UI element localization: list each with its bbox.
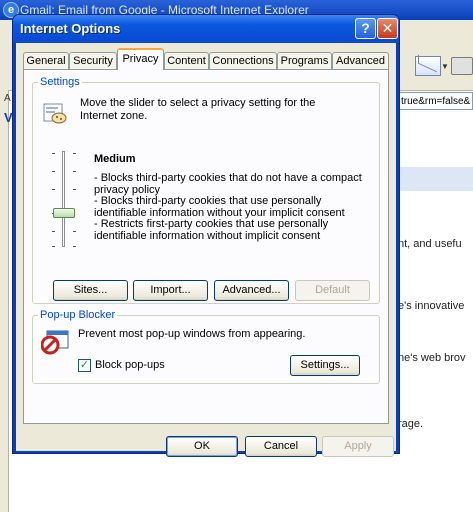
page-text-line: nt, and usefu [398, 238, 462, 250]
browser-left-edge [0, 90, 9, 512]
close-button[interactable]: ✕ [377, 18, 398, 39]
popup-blocker-group: Pop-up Blocker Prevent most pop-up windo… [32, 309, 380, 384]
popup-blocker-description: Prevent most pop-up windows from appeari… [78, 328, 306, 340]
advanced-button[interactable]: Advanced... [214, 280, 289, 301]
slider-tick [73, 246, 76, 247]
privacy-level-line: - Restricts first-party cookies that use… [94, 218, 329, 242]
help-button[interactable]: ? [355, 18, 376, 39]
tab-advanced[interactable]: Advanced [332, 52, 389, 69]
slider-tick [73, 171, 76, 172]
ok-button[interactable]: OK [166, 436, 238, 457]
slider-tick [52, 153, 55, 154]
tab-programs[interactable]: Programs [277, 52, 332, 69]
slider-tick [73, 189, 76, 190]
privacy-tab-panel: Settings Move the slider to select a pri… [23, 69, 389, 424]
import-button[interactable]: Import... [133, 280, 208, 301]
tab-general[interactable]: General [23, 52, 69, 69]
popup-blocker-icon [41, 330, 69, 355]
privacy-slider-track[interactable] [62, 151, 65, 247]
dialog-title: Internet Options [20, 21, 121, 36]
page-header-band [398, 167, 473, 191]
slider-tick [52, 171, 55, 172]
popup-settings-button[interactable]: Settings... [290, 355, 360, 376]
dialog-body: General Security Privacy Content Connect… [16, 43, 396, 457]
apply-button[interactable]: Apply [322, 436, 394, 457]
block-popups-label[interactable]: Block pop-ups [95, 359, 165, 371]
tab-content[interactable]: Content [164, 52, 209, 69]
tab-privacy[interactable]: Privacy [117, 48, 164, 70]
block-popups-checkbox[interactable]: ✓ [78, 359, 91, 372]
printer-icon[interactable] [451, 57, 473, 75]
dialog-title-bar[interactable]: Internet Options ? ✕ [13, 15, 399, 43]
address-label: A [4, 93, 11, 104]
privacy-level-details: - Blocks third-party cookies that do not… [94, 172, 369, 242]
cancel-button[interactable]: Cancel [245, 436, 317, 457]
tab-security[interactable]: Security [69, 52, 117, 69]
privacy-slider-thumb[interactable] [53, 208, 75, 218]
slider-tick [73, 231, 76, 232]
privacy-settings-icon [43, 103, 67, 124]
slider-tick [73, 153, 76, 154]
slider-tick [52, 189, 55, 190]
internet-options-dialog: Internet Options ? ✕ General Security Pr… [12, 14, 400, 457]
default-button[interactable]: Default [295, 280, 370, 301]
page-text-line: rage. [398, 418, 424, 430]
sites-button[interactable]: Sites... [53, 280, 128, 301]
mail-icon[interactable] [415, 56, 441, 76]
address-bar[interactable]: true&rm=false& [398, 92, 473, 110]
chevron-down-icon[interactable]: ▼ [441, 62, 449, 71]
tab-connections[interactable]: Connections [209, 52, 277, 69]
slider-tick [52, 231, 55, 232]
privacy-level-line: - Blocks third-party cookies that do not… [94, 172, 362, 196]
slider-tick [52, 246, 55, 247]
page-text-line: e's innovative [398, 300, 465, 312]
settings-description: Move the slider to select a privacy sett… [80, 97, 316, 122]
page-text-line: ne's web brov [398, 352, 466, 364]
settings-group-label: Settings [38, 76, 82, 88]
privacy-level-name: Medium [94, 153, 136, 165]
settings-group: Settings Move the slider to select a pri… [32, 76, 380, 304]
privacy-level-line: - Blocks third-party cookies that use pe… [94, 195, 345, 219]
popup-blocker-label: Pop-up Blocker [38, 309, 118, 321]
